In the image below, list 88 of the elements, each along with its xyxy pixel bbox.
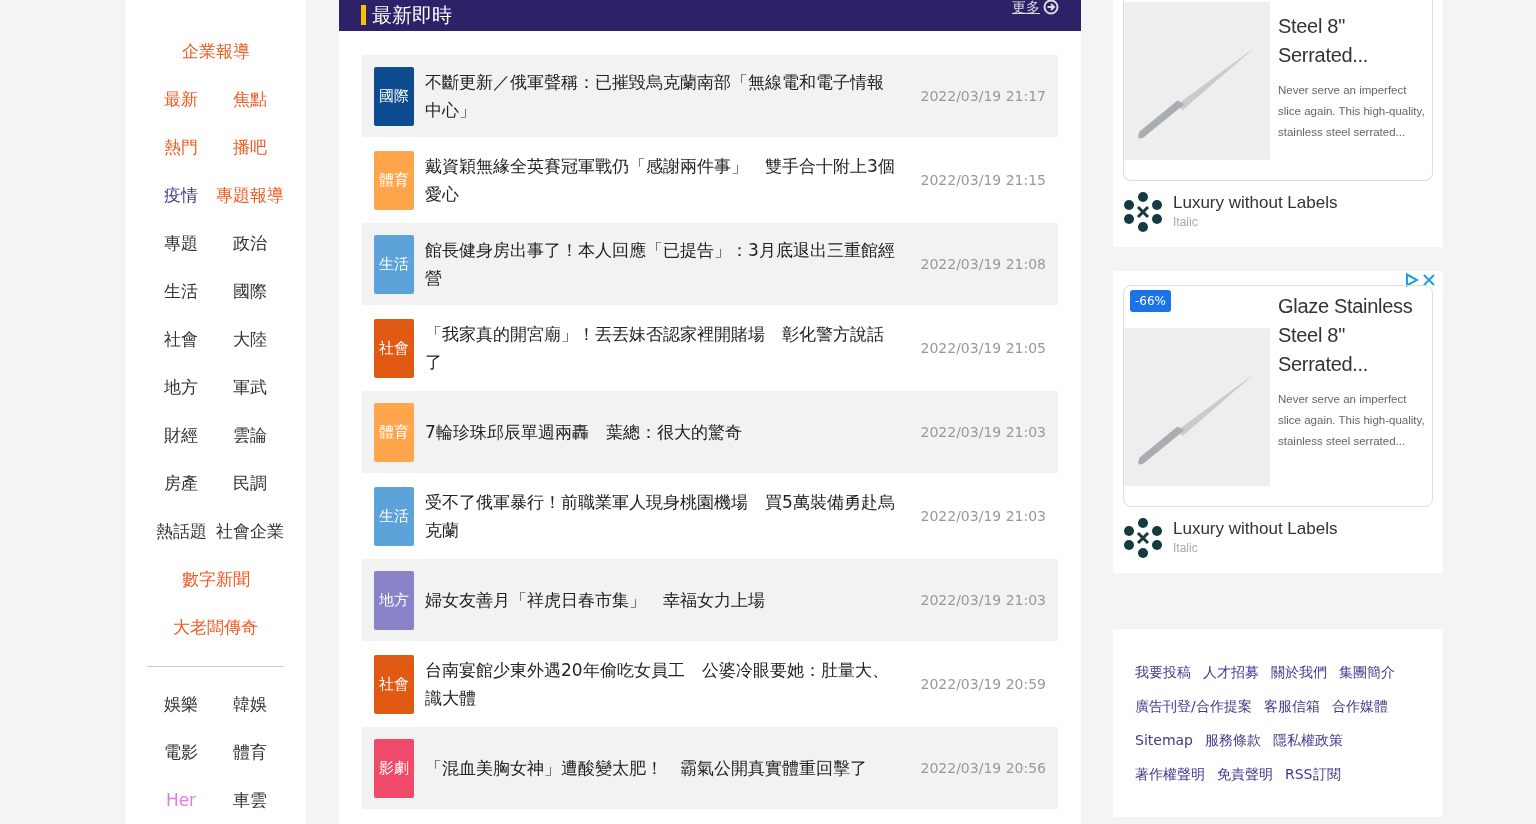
- news-row[interactable]: 國際 不斷更新／俄軍聲稱：已摧毀烏克蘭南部「無線電和電子情報中心」 2022/03/19 21:17: [362, 55, 1058, 137]
- nav-link[interactable]: 雲論: [215, 423, 285, 449]
- news-row[interactable]: 地方 婦女友善月「祥虎日春市集」 幸福女力上場 2022/03/19 21:03: [362, 559, 1058, 641]
- ad-description: Never serve an imperfect slice again. This high-quality, stainless steel serrated...: [1278, 392, 1426, 449]
- footer-link[interactable]: RSS訂閱: [1285, 763, 1341, 785]
- category-tag: 生活: [374, 234, 414, 294]
- headline: 戴資穎無緣全英賽冠軍戰仍「感謝兩件事」 雙手合十附上3個愛心: [425, 155, 896, 206]
- news-row[interactable]: 社會 「我家真的開宮廟」！丟丟妹否認家裡開賭場 彰化警方說話了 2022/03/19 21:05: [362, 307, 1058, 389]
- ad-info-icon[interactable]: [1405, 273, 1419, 287]
- footer-link[interactable]: 關於我們: [1271, 661, 1327, 683]
- nav-link[interactable]: 熱門: [146, 135, 216, 161]
- category-tag: 社會: [374, 318, 414, 378]
- timestamp: 2022/03/19 20:59: [920, 674, 1046, 694]
- timestamp: 2022/03/19 21:03: [920, 590, 1046, 610]
- category-tag: 生活: [374, 486, 414, 546]
- ad-title: Steel 8" Serrated...: [1278, 14, 1370, 68]
- headline: 館長健身房出事了！本人回應「已提告」：3月底退出三重館經營: [425, 239, 896, 290]
- category-tag: 體育: [374, 402, 414, 462]
- headline: 7輪珍珠邱辰單週兩轟 葉總：很大的驚奇: [425, 421, 743, 444]
- nav-link[interactable]: 生活: [146, 279, 216, 305]
- footer-link[interactable]: 集團簡介: [1339, 661, 1395, 683]
- nav-link[interactable]: 軍武: [215, 375, 285, 401]
- timestamp: 2022/03/19 21:05: [920, 338, 1046, 358]
- nav-link[interactable]: 地方: [146, 375, 216, 401]
- nav-link[interactable]: 政治: [215, 231, 285, 257]
- news-row[interactable]: 體育 戴資穎無緣全英賽冠軍戰仍「感謝兩件事」 雙手合十附上3個愛心 2022/03/19 21:15: [362, 139, 1058, 221]
- timestamp: 2022/03/19 21:15: [920, 170, 1046, 190]
- footer-link[interactable]: 客服信箱: [1263, 695, 1320, 717]
- nav-link[interactable]: 專題: [146, 231, 216, 257]
- nav-link[interactable]: 國際: [215, 279, 285, 305]
- news-row[interactable]: 社會 台南宴館少東外遇20年偷吃女員工 公婆冷眼要她：肚量大、識大體 2022/03/19 20:59: [362, 643, 1058, 725]
- headline: 婦女友善月「祥虎日春市集」 幸福女力上場: [425, 589, 766, 612]
- category-tag: 影劇: [374, 738, 414, 798]
- discount-badge: -66%: [1130, 290, 1171, 312]
- news-row[interactable]: 生活 館長健身房出事了！本人回應「已提告」：3月底退出三重館經營 2022/03/19 21:08: [362, 223, 1058, 305]
- advertiser-subtitle: Italic: [1173, 214, 1199, 232]
- flower-logo-icon: [1123, 191, 1163, 233]
- nav-link[interactable]: 韓娛: [215, 692, 285, 718]
- timestamp: 2022/03/19 20:56: [920, 758, 1046, 778]
- nav-link[interactable]: 房產: [146, 471, 216, 497]
- nav-link[interactable]: 電影: [146, 740, 216, 766]
- footer-link[interactable]: 廣告刊登/合作提案: [1135, 695, 1252, 717]
- timestamp: 2022/03/19 21:03: [920, 422, 1046, 442]
- news-row[interactable]: 影劇 「混血美胸女神」遭酸變太肥！ 霸氣公開真實體重回擊了 2022/03/19 20:56: [362, 727, 1058, 809]
- timestamp: 2022/03/19 21:08: [920, 254, 1046, 274]
- footer-link[interactable]: 隱私權政策: [1273, 729, 1343, 751]
- footer-link[interactable]: 合作媒體: [1331, 695, 1388, 717]
- flower-logo-icon: [1123, 517, 1163, 559]
- headline: 台南宴館少東外遇20年偷吃女員工 公婆冷眼要她：肚量大、識大體: [425, 659, 890, 710]
- nav-link[interactable]: 財經: [146, 423, 216, 449]
- ad-description: Never serve an imperfect slice again. This high-quality, stainless steel serrated...: [1278, 83, 1426, 140]
- category-tag: 體育: [374, 150, 414, 210]
- footer-link[interactable]: 人才招募: [1203, 661, 1259, 683]
- nav-link[interactable]: 播吧: [215, 135, 285, 161]
- footer-link[interactable]: 我要投稿: [1135, 661, 1191, 683]
- category-tag: 國際: [374, 66, 414, 126]
- footer-link[interactable]: 著作權聲明: [1135, 763, 1205, 785]
- advertiser-name: Luxury without Labels: [1173, 192, 1338, 214]
- nav-link[interactable]: 車雲: [215, 788, 285, 814]
- ad-card[interactable]: Steel 8" Serrated... Never serve an imperfect slice again. This high-quality, stainless steel serrated...: [1123, 0, 1433, 181]
- news-row[interactable]: 體育 7輪珍珠邱辰單週兩轟 葉總：很大的驚奇 2022/03/19 21:03: [362, 391, 1058, 473]
- nav-link[interactable]: 焦點: [215, 87, 285, 113]
- headline: 「混血美胸女神」遭酸變太肥！ 霸氣公開真實體重回擊了: [425, 757, 868, 780]
- nav-link[interactable]: 體育: [215, 740, 285, 766]
- nav-link[interactable]: 民調: [215, 471, 285, 497]
- category-tag: 社會: [374, 654, 414, 714]
- nav-link[interactable]: 社會: [146, 327, 216, 353]
- headline: 「我家真的開宮廟」！丟丟妹否認家裡開賭場 彰化警方說話了: [425, 323, 885, 374]
- headline: 不斷更新／俄軍聲稱：已摧毀烏克蘭南部「無線電和電子情報中心」: [425, 71, 885, 122]
- footer-link[interactable]: Sitemap: [1135, 729, 1193, 751]
- nav-link[interactable]: 娛樂: [146, 692, 216, 718]
- nav-link[interactable]: 大陸: [215, 327, 285, 353]
- timestamp: 2022/03/19 21:03: [920, 506, 1046, 526]
- advertiser-subtitle: Italic: [1173, 540, 1199, 558]
- advertiser-name: Luxury without Labels: [1173, 518, 1338, 540]
- timestamp: 2022/03/19 21:17: [920, 86, 1046, 106]
- headline: 受不了俄軍暴行！前職業軍人現身桃園機場 買5萬裝備勇赴烏克蘭: [425, 491, 896, 542]
- close-icon[interactable]: [1423, 273, 1435, 287]
- nav-link[interactable]: 社會企業: [215, 519, 285, 545]
- section-title: 最新即時: [361, 5, 452, 25]
- ad-card[interactable]: -66% Glaze Stainless Steel 8" Serrated... Never serve an imperfect slice again. This high-quality, stainless steel serrated...: [1123, 285, 1433, 507]
- nav-link[interactable]: 熱話題: [146, 519, 216, 545]
- category-tag: 地方: [374, 570, 414, 630]
- footer-link[interactable]: 服務條款: [1205, 729, 1261, 751]
- footer-link[interactable]: 免責聲明: [1217, 763, 1273, 785]
- ad-title: Glaze Stainless Steel 8" Serrated...: [1278, 294, 1414, 377]
- news-row[interactable]: 生活 受不了俄軍暴行！前職業軍人現身桃園機場 買5萬裝備勇赴烏克蘭 2022/03/19 21:03: [362, 475, 1058, 557]
- nav-link[interactable]: 疫情: [146, 183, 216, 209]
